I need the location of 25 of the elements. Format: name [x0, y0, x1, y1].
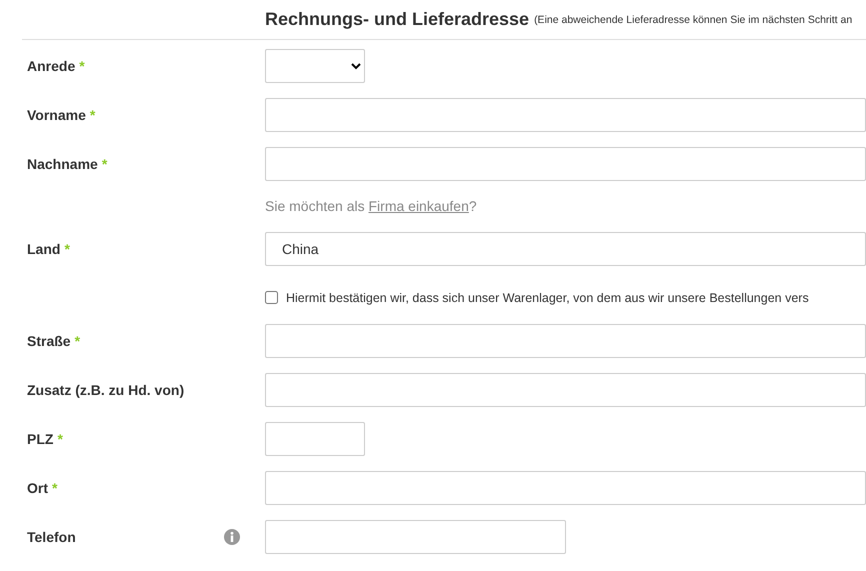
section-note: (Eine abweichende Lieferadresse können Sie im nächsten Schritt an [534, 14, 852, 26]
checkbox-label: Hiermit bestätigen wir, dass sich unser Warenlager, von dem aus wir unsere Bestellungen vers [286, 290, 809, 304]
input-field[interactable] [265, 520, 566, 554]
section-title: Rechnungs- und Lieferadresse [265, 9, 530, 30]
salutation-select[interactable] [265, 48, 365, 82]
input-field[interactable] [265, 98, 866, 132]
input-field[interactable] [265, 146, 866, 180]
field-label: Nachname * [27, 156, 108, 172]
info-icon[interactable] [224, 528, 240, 544]
input-field[interactable] [265, 470, 866, 504]
field-label: Straße * [27, 332, 80, 348]
field-label: Ort * [27, 480, 58, 496]
field-label: Land * [27, 240, 70, 256]
field-label: Telefon [27, 528, 76, 544]
field-label: Vorname * [27, 106, 96, 122]
input-field[interactable] [265, 422, 365, 456]
hint-text: Sie möchten als Firma einkaufen? [265, 198, 477, 214]
checkbox[interactable] [265, 291, 278, 304]
field-label: PLZ * [27, 430, 63, 446]
field-label: Anrede * [27, 58, 85, 74]
input-field[interactable]: China [265, 232, 866, 266]
input-field[interactable] [265, 372, 866, 406]
input-field[interactable] [265, 324, 866, 358]
company-link[interactable]: Firma einkaufen [368, 198, 469, 214]
field-label: Zusatz (z.B. zu Hd. von) [27, 382, 184, 398]
